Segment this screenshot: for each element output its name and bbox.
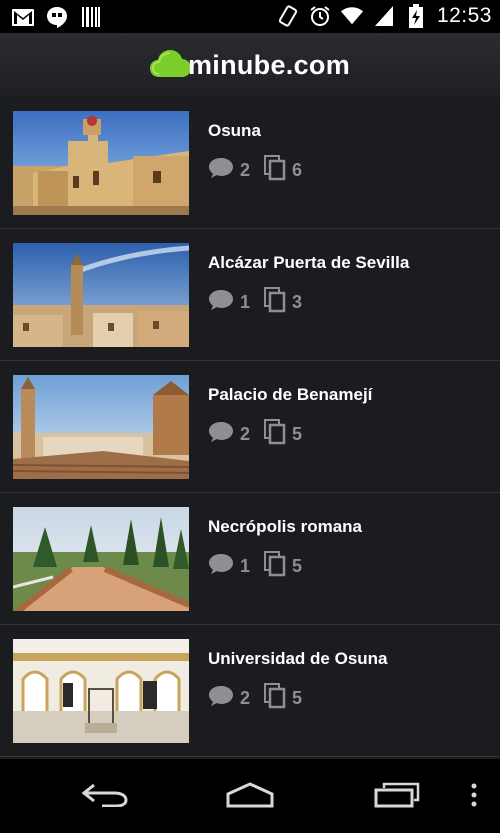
comment-icon	[208, 289, 234, 316]
recent-apps-icon	[374, 782, 420, 813]
wifi-icon	[340, 5, 363, 27]
place-title[interactable]: Necrópolis romana	[208, 517, 362, 537]
place-meta: 2 5	[208, 683, 316, 714]
overflow-menu-icon	[471, 783, 477, 812]
place-thumbnail	[13, 243, 189, 347]
place-meta: 1 3	[208, 287, 316, 318]
photo-count: 5	[292, 688, 303, 708]
photos-icon	[264, 287, 286, 318]
back-button[interactable]	[80, 781, 130, 813]
photos-icon	[264, 551, 286, 582]
comment-count: 1	[240, 292, 251, 312]
place-title[interactable]: Universidad de Osuna	[208, 649, 388, 669]
list-item[interactable]: Alcázar Puerta de Sevilla 1 3	[0, 229, 500, 361]
comment-count: 2	[240, 160, 251, 180]
home-button[interactable]	[225, 781, 275, 813]
photo-count: 3	[292, 292, 303, 312]
cloud-logo-icon	[149, 47, 192, 84]
recent-apps-button[interactable]	[372, 781, 422, 813]
vibrate-icon	[277, 5, 299, 27]
photos-icon	[264, 419, 286, 450]
list-item[interactable]: Palacio de Benamejí 2 5	[0, 361, 500, 493]
gmail-icon	[12, 6, 34, 28]
photos-icon	[264, 683, 286, 714]
status-time: 12:53	[436, 4, 492, 27]
place-meta: 1 5	[208, 551, 316, 582]
place-thumbnail	[13, 111, 189, 215]
place-thumbnail	[13, 639, 189, 743]
photos-icon	[264, 155, 286, 186]
place-title[interactable]: Palacio de Benamejí	[208, 385, 372, 405]
minube-logo[interactable]: minube.com	[149, 47, 351, 84]
comment-icon	[208, 157, 234, 184]
status-bar: 12:53	[0, 0, 500, 33]
list-item[interactable]: Osuna 2 6	[0, 97, 500, 229]
navigation-bar	[0, 759, 500, 833]
hangouts-icon	[46, 6, 68, 28]
place-meta: 2 6	[208, 155, 316, 186]
battery-charging-icon	[405, 4, 427, 28]
back-icon	[81, 783, 128, 812]
list-item[interactable]: Universidad de Osuna 2 5	[0, 625, 500, 757]
alarm-icon	[309, 5, 331, 27]
signal-icon	[373, 5, 395, 27]
place-list[interactable]: Osuna 2 6 Alcázar Puerta de Sevilla 1 3 …	[0, 97, 500, 759]
home-icon	[226, 781, 274, 813]
comment-count: 2	[240, 688, 251, 708]
logo-text: minube.com	[187, 49, 351, 80]
comment-icon	[208, 421, 234, 448]
comment-icon	[208, 685, 234, 712]
list-item[interactable]: Necrópolis romana 1 5	[0, 493, 500, 625]
place-thumbnail	[13, 507, 189, 611]
place-thumbnail	[13, 375, 189, 479]
place-title[interactable]: Alcázar Puerta de Sevilla	[208, 253, 409, 273]
photo-count: 6	[292, 160, 303, 180]
comment-count: 1	[240, 556, 251, 576]
barcode-icon	[80, 6, 102, 28]
app-header: minube.com	[0, 33, 500, 97]
photo-count: 5	[292, 424, 303, 444]
place-meta: 2 5	[208, 419, 316, 450]
comment-count: 2	[240, 424, 251, 444]
place-title[interactable]: Osuna	[208, 121, 261, 141]
photo-count: 5	[292, 556, 303, 576]
comment-icon	[208, 553, 234, 580]
overflow-menu-button[interactable]	[466, 781, 482, 813]
